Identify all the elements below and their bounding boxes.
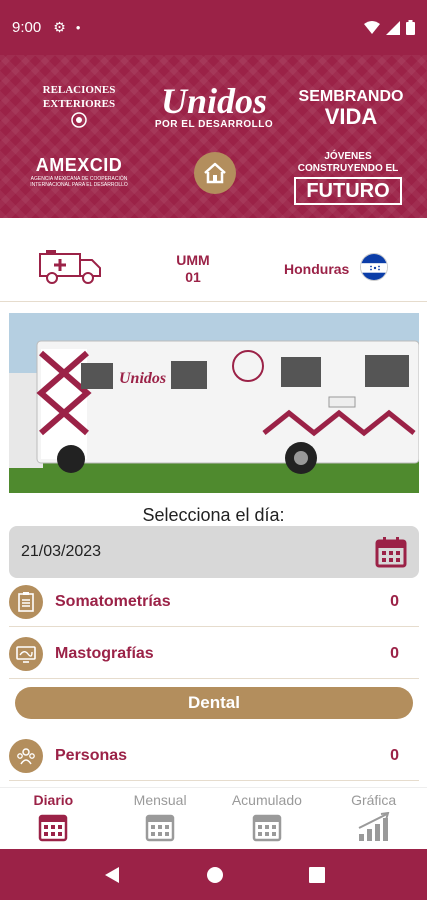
calendar-icon [145, 814, 175, 842]
amexcid-logo: AMEXCID AGENCIA MEXICANA DE COOPERACIÓN … [30, 155, 128, 188]
row-value: 0 [390, 592, 399, 610]
tab-grafica[interactable]: Gráfica [320, 788, 427, 849]
tab-acumulado[interactable]: Acumulado [214, 788, 321, 849]
wifi-icon [364, 20, 380, 34]
mobile-unit-photo: Unidos [9, 313, 419, 493]
tab-label: Mensual [133, 792, 187, 808]
dental-button[interactable]: Dental [15, 687, 413, 719]
unit-info: UMM 01 Honduras [0, 218, 427, 302]
somatometrias-row[interactable]: Somatometrías 0 [9, 577, 419, 627]
date-value: 21/03/2023 [21, 543, 102, 560]
calendar-icon [252, 814, 282, 842]
tab-label: Diario [33, 792, 74, 808]
home-button[interactable] [194, 152, 236, 194]
app-header: RELACIONES EXTERIORES Unidos POR EL DESA… [0, 55, 427, 218]
monitor-icon [9, 636, 43, 671]
status-bar: 9:00 ⚙ ● [0, 0, 427, 55]
home-nav-icon[interactable] [206, 866, 224, 884]
status-time: 9:00 [12, 19, 42, 36]
back-icon[interactable] [103, 865, 121, 885]
personas-row[interactable]: Personas 0 [9, 731, 419, 781]
bar-chart-icon [358, 812, 389, 841]
home-icon [204, 162, 226, 184]
tab-mensual[interactable]: Mensual [107, 788, 214, 849]
svg-text:Unidos: Unidos [119, 370, 166, 387]
row-label: Personas [55, 746, 128, 764]
tab-diario[interactable]: Diario [0, 788, 107, 849]
signal-icon [386, 20, 400, 35]
sembrando-vida-logo: SEMBRANDO VIDA [298, 88, 404, 129]
date-picker[interactable]: 21/03/2023 [9, 526, 419, 578]
unidos-logo: Unidos POR EL DESARROLLO [154, 81, 274, 130]
clipboard-icon [9, 584, 43, 619]
row-label: Somatometrías [55, 592, 171, 610]
day-selection-label: Selecciona el día: [142, 505, 285, 525]
system-nav-bar [0, 849, 427, 900]
unit-code: UMM 01 [176, 252, 210, 285]
jovenes-logo: JÓVENES CONSTRUYENDO EL FUTURO [294, 151, 402, 205]
tab-label: Acumulado [231, 792, 302, 808]
tab-label: Gráfica [351, 792, 397, 808]
bottom-tab-bar: Diario Mensual Acumulado Gráfica [0, 787, 427, 849]
notification-dot-icon: ● [75, 23, 81, 32]
country-name: Honduras [284, 261, 350, 277]
people-icon [9, 738, 43, 773]
calendar-icon[interactable] [375, 536, 407, 568]
row-value: 0 [390, 644, 399, 662]
row-value: 0 [390, 746, 399, 764]
recents-icon[interactable] [308, 866, 325, 883]
honduras-flag-icon [360, 253, 388, 281]
mastografias-row[interactable]: Mastografías 0 [9, 629, 419, 679]
row-label: Mastografías [55, 644, 154, 662]
ambulance-icon [39, 250, 101, 284]
sre-logo: RELACIONES EXTERIORES [28, 83, 130, 133]
gear-icon: ⚙ [53, 19, 66, 35]
battery-icon [406, 20, 415, 35]
calendar-icon [39, 814, 68, 842]
